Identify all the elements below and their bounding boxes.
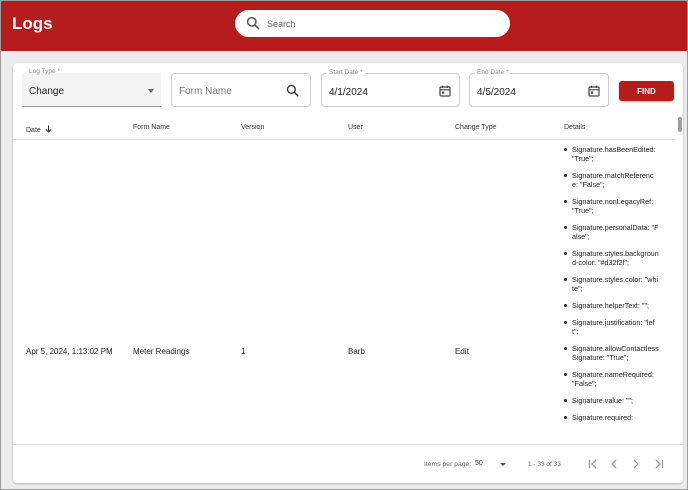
detail-item: Signature.justification: "left"; bbox=[563, 318, 659, 336]
next-page-icon[interactable] bbox=[629, 457, 643, 471]
last-page-icon[interactable] bbox=[652, 457, 666, 471]
start-date-value: 4/1/2024 bbox=[329, 87, 368, 98]
table-header: Date Form Name Version User Change Type … bbox=[13, 117, 675, 140]
column-header-change-type[interactable]: Change Type bbox=[455, 124, 497, 131]
detail-item: Signature.required: bbox=[563, 413, 659, 422]
cell-details: Signature.hasBeenEdited: "True"; Signatu… bbox=[563, 145, 659, 430]
app-title: Logs bbox=[12, 14, 53, 33]
detail-item: Signature.personalData: "False"; bbox=[563, 223, 659, 241]
detail-item: Signature.hasBeenEdited: "True"; bbox=[563, 145, 659, 163]
chevron-down-icon bbox=[148, 89, 154, 93]
detail-item: Signature.nonLegacyRef: "True"; bbox=[563, 197, 659, 215]
first-page-icon[interactable] bbox=[586, 457, 600, 471]
form-name-field[interactable]: Form Name bbox=[171, 73, 311, 107]
detail-item: Signature.helperText: ""; bbox=[563, 301, 659, 310]
page-size-value: 50 bbox=[475, 460, 483, 467]
form-name-placeholder: Form Name bbox=[179, 86, 232, 97]
search-icon bbox=[246, 16, 260, 30]
items-per-page-label: Items per page: bbox=[424, 461, 472, 468]
cell-change-type: Edit bbox=[455, 347, 469, 356]
detail-item: Signature.nameRequired: "False"; bbox=[563, 370, 659, 388]
search-box[interactable] bbox=[235, 10, 510, 37]
detail-item: Signature.value: ""; bbox=[563, 396, 659, 405]
arrow-down-icon bbox=[45, 125, 52, 133]
search-icon[interactable] bbox=[286, 84, 299, 97]
cell-user: Barb bbox=[348, 347, 365, 356]
vertical-scrollbar[interactable] bbox=[677, 117, 683, 443]
app-window: Logs Log Type * Change Form Name Start D… bbox=[0, 0, 688, 490]
detail-item: Signature.styles.color: "white"; bbox=[563, 275, 659, 293]
cell-form-name: Meter Readings bbox=[133, 347, 190, 356]
detail-item: Signature.styles.background-color: "#d32… bbox=[563, 249, 659, 267]
detail-item: Signature.matchReference: "False"; bbox=[563, 171, 659, 189]
start-date-field[interactable]: Start Date * 4/1/2024 bbox=[321, 69, 460, 107]
paginator: Items per page: 50 1 - 33 of 33 bbox=[13, 444, 683, 483]
log-type-value: Change bbox=[29, 86, 65, 97]
log-type-select[interactable]: Log Type * Change bbox=[22, 68, 161, 107]
end-date-value: 4/5/2024 bbox=[477, 87, 516, 98]
detail-item: Signature.allowContactlessSignature: "Tr… bbox=[563, 344, 659, 362]
column-header-user[interactable]: User bbox=[348, 124, 363, 131]
calendar-icon[interactable] bbox=[439, 85, 451, 97]
search-input[interactable] bbox=[267, 14, 497, 33]
previous-page-icon[interactable] bbox=[607, 457, 621, 471]
find-button[interactable]: FIND bbox=[619, 81, 674, 101]
calendar-icon[interactable] bbox=[588, 85, 600, 97]
end-date-field[interactable]: End Date * 4/5/2024 bbox=[469, 69, 609, 107]
chevron-down-icon bbox=[500, 463, 506, 466]
cell-version: 1 bbox=[241, 347, 246, 356]
column-header-version[interactable]: Version bbox=[241, 124, 264, 131]
column-header-date[interactable]: Date bbox=[26, 124, 52, 134]
top-bar: Logs bbox=[1, 1, 687, 51]
start-date-label: Start Date * bbox=[327, 69, 365, 77]
log-type-label: Log Type * bbox=[29, 68, 60, 75]
end-date-label: End Date * bbox=[475, 69, 511, 77]
column-header-form-name[interactable]: Form Name bbox=[133, 124, 170, 131]
column-header-details[interactable]: Details bbox=[564, 124, 585, 131]
page-size-select[interactable]: 50 bbox=[475, 457, 509, 471]
scrollbar-thumb[interactable] bbox=[678, 117, 682, 132]
page-range-label: 1 - 33 of 33 bbox=[528, 461, 561, 468]
cell-date: Apr 5, 2024, 1:13:02 PM bbox=[26, 347, 113, 356]
logs-card: Log Type * Change Form Name Start Date *… bbox=[13, 63, 683, 483]
